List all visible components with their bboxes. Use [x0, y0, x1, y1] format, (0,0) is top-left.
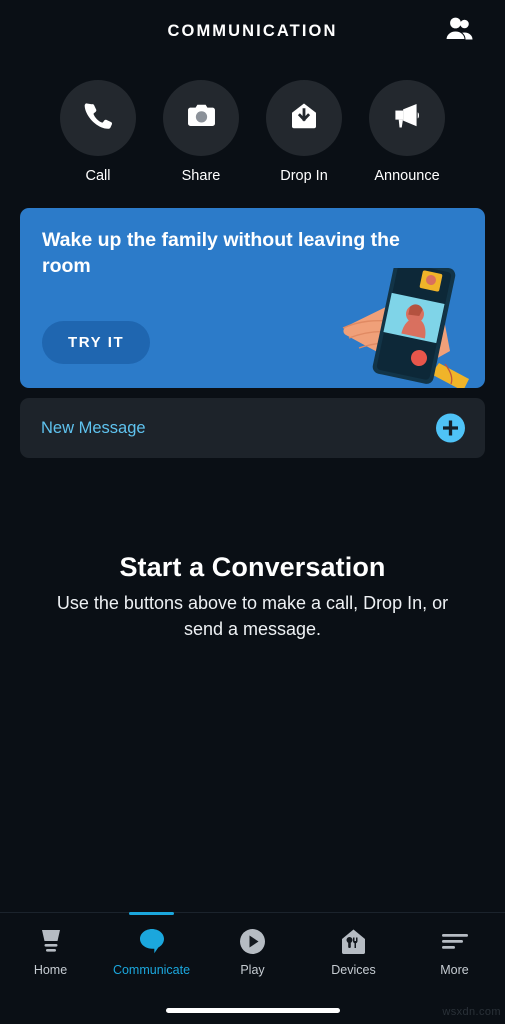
phone-icon — [82, 100, 114, 137]
action-call-label: Call — [85, 168, 111, 184]
action-announce-circle[interactable] — [369, 80, 445, 156]
play-circle-icon — [239, 926, 266, 956]
new-message-row[interactable]: New Message — [20, 398, 485, 458]
action-announce-label: Announce — [374, 168, 440, 184]
nav-item-play[interactable]: Play — [202, 926, 303, 977]
nav-label-more: More — [440, 963, 469, 977]
action-announce[interactable]: Announce — [369, 80, 445, 184]
nav-label-communicate: Communicate — [112, 963, 191, 977]
nav-label-play: Play — [240, 963, 265, 977]
contacts-button[interactable] — [441, 14, 479, 48]
nav-item-devices[interactable]: Devices — [303, 926, 404, 977]
nav-label-home: Home — [33, 963, 68, 977]
communication-screen: COMMUNICATION Call Share Drop In Announc… — [0, 0, 505, 1024]
promo-card[interactable]: Wake up the family without leaving the r… — [20, 208, 485, 388]
quick-actions-row: Call Share Drop In Announce — [0, 62, 505, 184]
try-it-button[interactable]: TRY IT — [42, 321, 151, 364]
new-message-label: New Message — [41, 418, 146, 437]
megaphone-icon — [391, 99, 424, 137]
watermark: wsxdn.com — [442, 1006, 501, 1018]
empty-state-subtitle: Use the buttons above to make a call, Dr… — [56, 593, 449, 639]
devices-house-icon — [340, 926, 367, 956]
camera-icon — [185, 99, 218, 137]
action-share[interactable]: Share — [163, 80, 239, 184]
drop-in-house-arrow-icon — [288, 100, 320, 137]
action-call-circle[interactable] — [60, 80, 136, 156]
action-drop-in-circle[interactable] — [266, 80, 342, 156]
empty-state-title: Start a Conversation — [119, 552, 386, 582]
nav-label-devices: Devices — [331, 963, 376, 977]
action-call[interactable]: Call — [60, 80, 136, 184]
action-drop-in[interactable]: Drop In — [266, 80, 342, 184]
home-echo-icon — [37, 926, 65, 956]
bottom-navigation: Home Communicate Play Devices More wsxdn… — [0, 912, 505, 1024]
action-share-circle[interactable] — [163, 80, 239, 156]
app-header: COMMUNICATION — [0, 0, 505, 62]
nav-item-home[interactable]: Home — [0, 926, 101, 977]
contacts-people-icon — [445, 17, 475, 46]
plus-circle-icon[interactable] — [436, 413, 465, 443]
active-tab-indicator — [129, 912, 174, 915]
hamburger-more-icon — [441, 926, 469, 956]
action-drop-in-label: Drop In — [280, 168, 328, 184]
speech-bubble-icon — [138, 926, 166, 956]
page-title: COMMUNICATION — [167, 21, 338, 40]
home-indicator-bar — [165, 1008, 340, 1013]
hand-holding-phone-video-call-illustration — [335, 258, 485, 388]
nav-item-more[interactable]: More — [404, 926, 505, 977]
action-share-label: Share — [181, 168, 221, 184]
nav-item-communicate[interactable]: Communicate — [101, 912, 202, 977]
